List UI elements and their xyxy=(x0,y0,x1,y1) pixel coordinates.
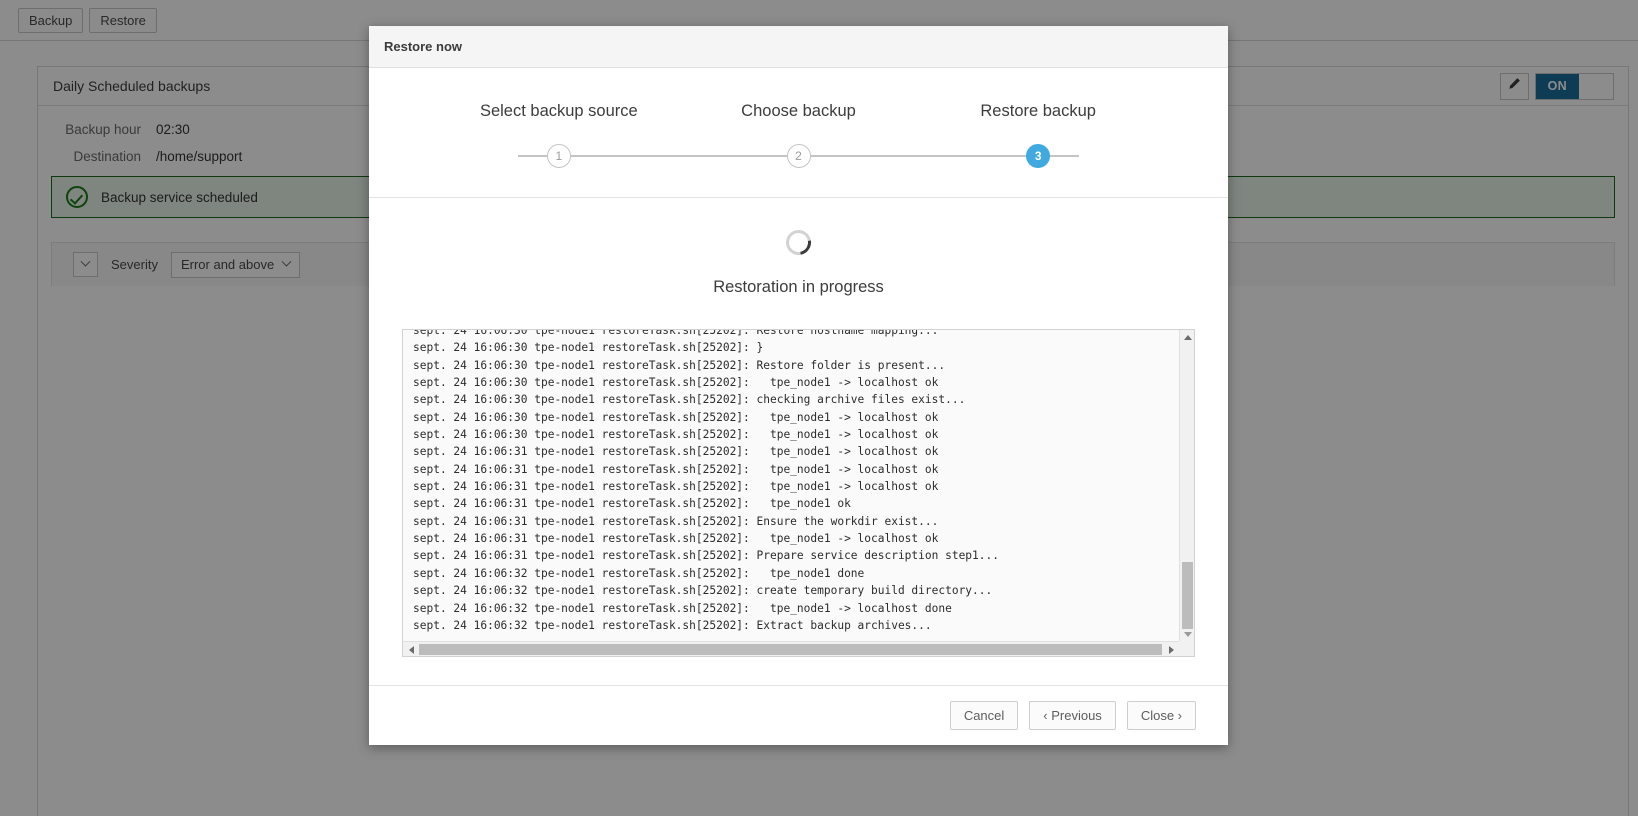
stepper-circles: 1 2 3 xyxy=(439,144,1158,168)
wizard-stepper: Select backup source Choose backup Resto… xyxy=(369,68,1228,179)
log-line: sept. 24 16:06:31 tpe-node1 restoreTask.… xyxy=(413,443,1179,460)
log-line: sept. 24 16:06:31 tpe-node1 restoreTask.… xyxy=(413,478,1179,495)
cancel-button[interactable]: Cancel xyxy=(950,701,1018,730)
log-viewport: sept. 24 16:06:30 tpe-node1 restoreTask.… xyxy=(403,330,1179,641)
scroll-down-arrow-icon[interactable] xyxy=(1180,627,1195,641)
triangle-left-glyph xyxy=(409,646,414,654)
log-vertical-scrollbar[interactable] xyxy=(1179,330,1194,641)
dialog-body: Restoration in progress sept. 24 16:06:3… xyxy=(369,198,1228,685)
step-circle-2[interactable]: 2 xyxy=(787,144,811,168)
step-label-3: Restore backup xyxy=(918,102,1158,121)
scroll-up-arrow-icon[interactable] xyxy=(1180,330,1195,344)
horizontal-scroll-thumb[interactable] xyxy=(419,644,1162,655)
restore-now-dialog: Restore now Select backup source Choose … xyxy=(369,26,1228,745)
previous-button[interactable]: ‹ Previous xyxy=(1029,701,1116,730)
scroll-right-arrow-icon[interactable] xyxy=(1164,642,1178,657)
close-button[interactable]: Close › xyxy=(1127,701,1196,730)
log-line: sept. 24 16:06:30 tpe-node1 restoreTask.… xyxy=(413,391,1179,408)
log-line: sept. 24 16:06:32 tpe-node1 restoreTask.… xyxy=(413,582,1179,599)
log-line: sept. 24 16:06:31 tpe-node1 restoreTask.… xyxy=(413,530,1179,547)
restore-log-panel[interactable]: sept. 24 16:06:30 tpe-node1 restoreTask.… xyxy=(402,329,1195,657)
progress-indicator: Restoration in progress xyxy=(402,198,1195,297)
log-content: sept. 24 16:06:30 tpe-node1 restoreTask.… xyxy=(403,330,1179,634)
dialog-title: Restore now xyxy=(384,39,462,54)
log-line: sept. 24 16:06:30 tpe-node1 restoreTask.… xyxy=(413,357,1179,374)
log-line: sept. 24 16:06:31 tpe-node1 restoreTask.… xyxy=(413,547,1179,564)
triangle-right-glyph xyxy=(1169,646,1174,654)
log-line: sept. 24 16:06:30 tpe-node1 restoreTask.… xyxy=(413,374,1179,391)
log-line-clipped: sept. 24 16:06:30 tpe-node1 restoreTask.… xyxy=(413,330,1179,339)
step-circle-1[interactable]: 1 xyxy=(547,144,571,168)
log-line: sept. 24 16:06:31 tpe-node1 restoreTask.… xyxy=(413,495,1179,512)
step-label-1: Select backup source xyxy=(439,102,679,121)
step-label-2: Choose backup xyxy=(679,102,919,121)
vertical-scroll-thumb[interactable] xyxy=(1182,562,1193,629)
scroll-left-arrow-icon[interactable] xyxy=(404,642,418,657)
triangle-down-glyph xyxy=(1184,632,1192,637)
stepper-track-row: 1 2 3 xyxy=(439,133,1158,179)
log-line: sept. 24 16:06:30 tpe-node1 restoreTask.… xyxy=(413,339,1179,356)
log-line: sept. 24 16:06:30 tpe-node1 restoreTask.… xyxy=(413,409,1179,426)
log-line: sept. 24 16:06:31 tpe-node1 restoreTask.… xyxy=(413,513,1179,530)
progress-status-text: Restoration in progress xyxy=(713,278,884,297)
log-horizontal-scrollbar[interactable] xyxy=(403,641,1179,656)
step-circle-3[interactable]: 3 xyxy=(1026,144,1050,168)
dialog-footer: Cancel ‹ Previous Close › xyxy=(369,685,1228,745)
triangle-up-glyph xyxy=(1184,335,1192,340)
scrollbar-corner xyxy=(1179,641,1194,656)
log-line: sept. 24 16:06:30 tpe-node1 restoreTask.… xyxy=(413,426,1179,443)
log-line: sept. 24 16:06:31 tpe-node1 restoreTask.… xyxy=(413,461,1179,478)
dialog-header: Restore now xyxy=(369,26,1228,68)
log-line: sept. 24 16:06:32 tpe-node1 restoreTask.… xyxy=(413,600,1179,617)
log-line: sept. 24 16:06:32 tpe-node1 restoreTask.… xyxy=(413,617,1179,634)
log-line: sept. 24 16:06:32 tpe-node1 restoreTask.… xyxy=(413,565,1179,582)
loading-spinner-icon xyxy=(781,225,816,260)
stepper-labels: Select backup source Choose backup Resto… xyxy=(439,102,1158,121)
